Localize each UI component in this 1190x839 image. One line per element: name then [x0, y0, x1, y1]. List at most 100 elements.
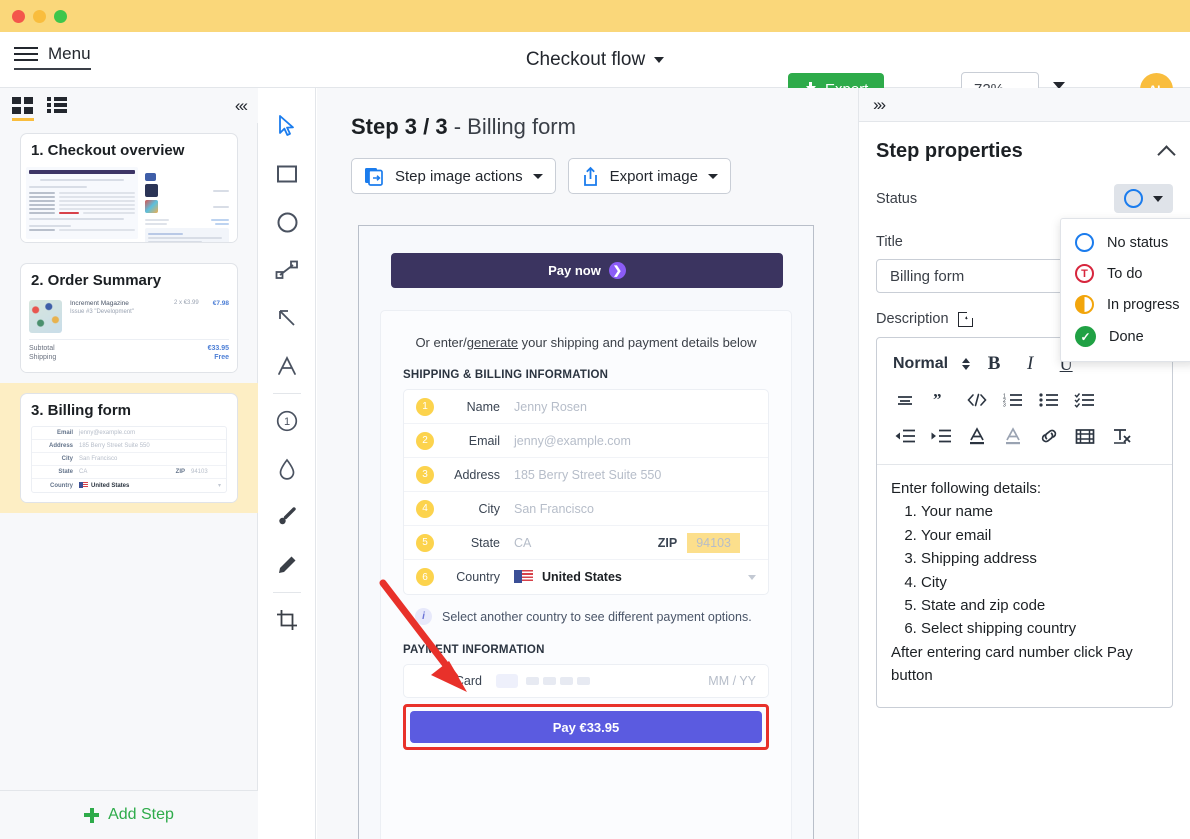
arrow-tool[interactable] [267, 294, 307, 342]
generate-link[interactable]: generate [467, 335, 518, 350]
window-zoom-button[interactable] [54, 9, 67, 23]
table-row[interactable]: 6 Country United States [404, 560, 768, 594]
steps-sidebar: «‹ 1. Checkout overview 2. Order Summary… [0, 88, 258, 839]
indent-icon[interactable] [923, 419, 959, 453]
format-dropdown[interactable]: Normal [887, 355, 976, 373]
bold-button[interactable]: B [976, 347, 1012, 381]
list-view-toggle[interactable] [47, 97, 67, 114]
table-row[interactable]: 3 Address 185 Berry Street Suite 550 [404, 458, 768, 492]
select-tool[interactable] [267, 102, 307, 150]
sidebar-step-1[interactable]: 1. Checkout overview [0, 123, 258, 253]
number-badge-tool[interactable]: 1 [267, 397, 307, 445]
pay-now-button[interactable]: Pay now ❯ [391, 253, 783, 288]
status-option-no-status[interactable]: No status [1061, 227, 1190, 258]
table-row[interactable]: 5 State CA ZIP 94103 [404, 526, 768, 560]
bullet-list-icon[interactable] [1031, 383, 1067, 417]
window-minimize-button[interactable] [33, 9, 46, 23]
status-option-in-progress[interactable]: In progress [1061, 289, 1190, 320]
status-option-to-do[interactable]: T To do [1061, 258, 1190, 289]
country-info-note: i Select another country to see differen… [403, 608, 769, 625]
checklist-icon[interactable] [1067, 383, 1103, 417]
step-thumbnail-preview [21, 164, 237, 242]
description-content[interactable]: Enter following details: Your name Your … [877, 465, 1172, 700]
name-input[interactable]: Jenny Rosen [514, 400, 756, 414]
step-screenshot-artboard[interactable]: Pay now ❯ Or enter/generate your shippin… [358, 225, 814, 839]
ordered-list-icon[interactable]: 123 [995, 383, 1031, 417]
italic-button[interactable]: I [1012, 347, 1048, 381]
zip-label: ZIP [657, 535, 678, 550]
collapse-panel-icon[interactable]: ›» [859, 88, 1190, 122]
brush-tool[interactable] [267, 493, 307, 541]
field-label: Address [48, 443, 73, 449]
step-image-actions-button[interactable]: Step image actions [351, 158, 556, 194]
step-properties-panel: ›» Step properties Status Title Billing … [858, 88, 1190, 839]
card-expiry-input[interactable]: MM / YY [708, 674, 756, 688]
description-list: Your name Your email Shipping address Ci… [903, 500, 1158, 640]
ellipse-tool[interactable] [267, 198, 307, 246]
chevron-down-icon: ▾ [217, 483, 221, 489]
step-number-badge: 1 [416, 397, 434, 416]
city-input[interactable]: San Francisco [514, 502, 756, 516]
collapse-sidebar-icon[interactable]: «‹ [235, 96, 248, 116]
country-select[interactable]: United States [542, 570, 622, 584]
field-value: 185 Berry Street Suite 550 [79, 443, 150, 449]
email-input[interactable]: jenny@example.com [514, 434, 756, 448]
description-editor[interactable]: Normal B I U ” 123 Enter following detai… [876, 337, 1173, 708]
info-icon: i [415, 608, 432, 625]
zip-input[interactable]: 94103 [687, 532, 740, 553]
status-option-done[interactable]: ✓ Done [1061, 320, 1190, 353]
pen-tool[interactable] [267, 541, 307, 589]
text-color-icon[interactable] [959, 419, 995, 453]
blur-tool[interactable] [267, 445, 307, 493]
grid-view-toggle[interactable] [12, 96, 34, 121]
blockquote-icon[interactable]: ” [923, 383, 959, 417]
table-row[interactable]: 1 Name Jenny Rosen [404, 390, 768, 424]
card-field-row[interactable]: Card MM / YY [403, 664, 769, 698]
sidebar-step-2[interactable]: 2. Order Summary Increment Magazine Issu… [0, 253, 258, 383]
export-image-button[interactable]: Export image [567, 158, 731, 194]
video-icon[interactable] [1067, 419, 1103, 453]
rectangle-tool[interactable] [267, 150, 307, 198]
link-icon[interactable] [1031, 419, 1067, 453]
svg-text:”: ” [933, 392, 942, 408]
address-input[interactable]: 185 Berry Street Suite 550 [514, 468, 756, 482]
clear-format-icon[interactable] [1103, 419, 1139, 453]
product-line-total: €7.98 [212, 300, 229, 307]
table-row[interactable]: 2 Email jenny@example.com [404, 424, 768, 458]
text-tool[interactable] [267, 342, 307, 390]
align-icon[interactable] [887, 383, 923, 417]
step-thumbnail-card[interactable]: 1. Checkout overview [20, 133, 238, 243]
status-label: Status [876, 190, 918, 207]
table-row: Country United States ▾ [32, 479, 226, 492]
add-step-button[interactable]: Add Step [0, 790, 258, 839]
field-value: jenny@example.com [79, 430, 136, 436]
sidebar-step-3[interactable]: 3. Billing form Email jenny@example.com … [0, 383, 258, 513]
step-thumbnail-card[interactable]: 3. Billing form Email jenny@example.com … [20, 393, 238, 503]
step-thumbnail-preview: Increment Magazine Issue #3 "Development… [21, 294, 237, 372]
export-image-label: Export image [609, 167, 698, 185]
field-value: United States [91, 483, 130, 489]
description-intro: Enter following details: [891, 480, 1042, 497]
field-label: State [58, 469, 73, 475]
code-block-icon[interactable] [959, 383, 995, 417]
state-input[interactable]: CA [514, 536, 658, 550]
chevron-down-icon[interactable] [654, 57, 665, 63]
chevron-down-icon[interactable] [748, 574, 756, 580]
document-title[interactable]: Checkout flow [526, 49, 645, 71]
status-dropdown-button[interactable] [1114, 184, 1173, 213]
outdent-icon[interactable] [887, 419, 923, 453]
line-tool[interactable] [267, 246, 307, 294]
table-row: Email jenny@example.com [32, 427, 226, 440]
highlight-color-icon[interactable] [995, 419, 1031, 453]
field-label: Name [466, 399, 500, 414]
card-number-input[interactable] [526, 672, 708, 690]
pay-amount-button[interactable]: Pay €33.95 [410, 711, 762, 743]
menu-button[interactable]: Menu [14, 44, 91, 70]
chevron-up-icon[interactable] [1157, 144, 1176, 164]
table-row[interactable]: 4 City San Francisco [404, 492, 768, 526]
window-close-button[interactable] [12, 9, 25, 23]
open-external-icon[interactable] [957, 308, 976, 327]
step-thumbnail-card[interactable]: 2. Order Summary Increment Magazine Issu… [20, 263, 238, 373]
crop-tool[interactable] [267, 596, 307, 644]
sidebar-toolbar: «‹ [0, 88, 258, 123]
